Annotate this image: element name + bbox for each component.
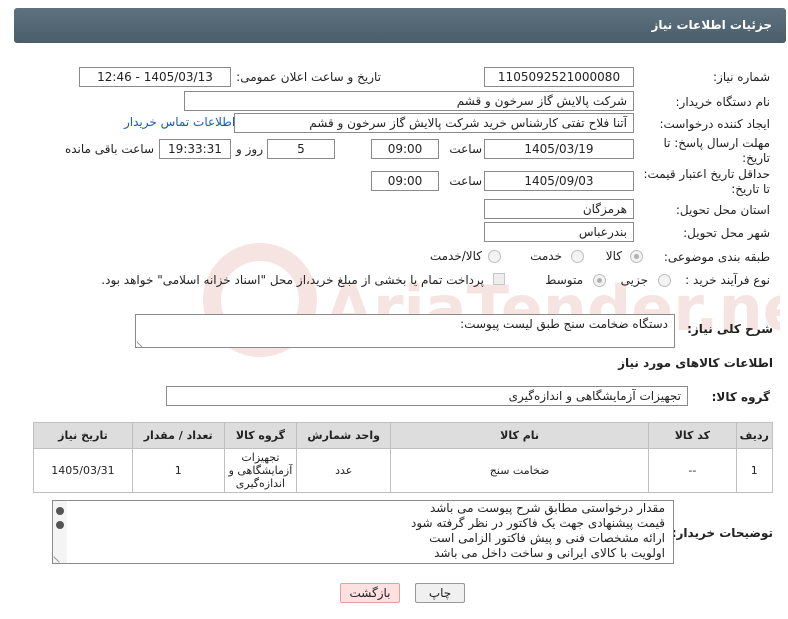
- notes-scrollbar[interactable]: [53, 501, 67, 563]
- process-option-minor: جزیی: [620, 273, 648, 287]
- need-number-field: 1105092521000080: [484, 67, 634, 87]
- notes-line: قیمت پیشنهادی جهت یک فاکتور در نظر گرفته…: [410, 516, 665, 530]
- col-code: کد کالا: [648, 422, 737, 449]
- category-radio-service[interactable]: [571, 250, 584, 263]
- back-button[interactable]: بازگشت: [340, 583, 400, 603]
- cell-name: ضخامت سنج: [390, 448, 650, 493]
- cell-unit: عدد: [296, 448, 392, 493]
- deadline-label: مهلت ارسال پاسخ: تا تاریخ:: [663, 136, 770, 165]
- col-name: نام کالا: [390, 422, 650, 449]
- announce-field: 1405/03/13 - 12:46: [79, 67, 231, 87]
- resize-grip-icon[interactable]: [136, 336, 148, 348]
- col-group: گروه کالا: [223, 422, 298, 449]
- remaining-time-field: 19:33:31: [159, 139, 231, 159]
- validity-time-field: 09:00: [371, 171, 439, 191]
- goods-section-title: اطلاعات کالاهای مورد نیاز: [618, 356, 773, 370]
- need-number-label: شماره نیاز:: [713, 70, 770, 84]
- city-label: شهر محل تحویل:: [683, 226, 770, 240]
- contact-info-link[interactable]: اطلاعات تماس خریدار: [124, 115, 235, 129]
- scroll-up-icon[interactable]: [56, 507, 64, 515]
- col-row: ردیف: [735, 422, 774, 449]
- deadline-time-field: 09:00: [371, 139, 439, 159]
- category-radio-goods[interactable]: [630, 250, 643, 263]
- cell-qty: 1: [131, 448, 225, 493]
- cell-code: --: [648, 448, 737, 493]
- deadline-time-label: ساعت: [449, 142, 482, 156]
- category-radio-goods-service[interactable]: [488, 250, 501, 263]
- notes-label: توضیحات خریدار:: [671, 526, 773, 540]
- validity-time-label: ساعت: [449, 174, 482, 188]
- notes-line: ارائه مشخصات فنی و پیش فاکتور الزامی است: [429, 531, 665, 545]
- description-label: شرح کلی نیاز:: [687, 322, 773, 336]
- deadline-date-field: 1405/03/19: [484, 139, 634, 159]
- announce-label: تاریخ و ساعت اعلان عمومی:: [236, 70, 381, 84]
- goods-group-label: گروه کالا:: [711, 390, 770, 404]
- items-table-header: ردیف کد کالا نام کالا واحد شمارش گروه کا…: [33, 422, 774, 449]
- goods-group-field: تجهیزات آزمایشگاهی و اندازه‌گیری: [166, 386, 688, 406]
- requester-field: آتنا فلاح تفتی کارشناس خرید شرکت پالایش …: [234, 113, 634, 133]
- col-date: تاریخ نیاز: [33, 422, 133, 449]
- description-textarea[interactable]: دستگاه ضخامت سنج طبق لیست پیوست:: [135, 314, 675, 348]
- process-radio-minor[interactable]: [658, 274, 671, 287]
- category-option-service: خدمت: [530, 249, 562, 263]
- treasury-payment-checkbox[interactable]: [493, 273, 505, 285]
- remaining-label: ساعت باقی مانده: [64, 142, 154, 156]
- province-field: هرمزگان: [484, 199, 634, 219]
- items-table: ردیف کد کالا نام کالا واحد شمارش گروه کا…: [33, 422, 774, 493]
- validity-label: حداقل تاریخ اعتبار قیمت: تا تاریخ:: [643, 167, 770, 196]
- resize-grip-icon[interactable]: [53, 551, 65, 563]
- scroll-thumb-icon[interactable]: [56, 521, 64, 529]
- category-option-goods-service: کالا/خدمت: [429, 249, 482, 263]
- validity-date-field: 1405/09/03: [484, 171, 634, 191]
- days-field: 5: [267, 139, 335, 159]
- process-option-medium: متوسط: [545, 273, 583, 287]
- cell-date: 1405/03/31: [33, 448, 133, 493]
- days-label: روز و: [236, 142, 263, 156]
- city-field: بندرعباس: [484, 222, 634, 242]
- description-text: دستگاه ضخامت سنج طبق لیست پیوست:: [460, 317, 668, 331]
- category-option-goods: کالا: [605, 249, 622, 263]
- col-unit: واحد شمارش: [296, 422, 392, 449]
- notes-line: اولویت با کالای ایرانی و ساخت داخل می با…: [434, 546, 665, 560]
- notes-line: مقدار درخواستی مطابق شرح پیوست می باشد: [429, 501, 665, 515]
- page-header: جزئیات اطلاعات نیاز: [14, 8, 786, 43]
- notes-textarea[interactable]: مقدار درخواستی مطابق شرح پیوست می باشد ق…: [52, 500, 674, 564]
- process-radio-medium[interactable]: [593, 274, 606, 287]
- province-label: استان محل تحویل:: [675, 203, 770, 217]
- requester-label: ایجاد کننده درخواست:: [659, 117, 770, 131]
- buyer-org-field: شرکت پالایش گاز سرخون و قشم: [184, 91, 634, 111]
- buyer-org-label: نام دستگاه خریدار:: [675, 95, 771, 109]
- table-row: 1 -- ضخامت سنج عدد تجهیزات آزمایشگاهی و …: [33, 448, 774, 493]
- col-qty: تعداد / مقدار: [131, 422, 225, 449]
- cell-row: 1: [735, 448, 774, 493]
- cell-group: تجهیزات آزمایشگاهی و اندازه‌گیری: [223, 448, 298, 493]
- category-label: طبقه بندی موضوعی:: [663, 250, 770, 264]
- process-label: نوع فرآیند خرید :: [685, 273, 770, 287]
- treasury-payment-note: پرداخت تمام یا بخشی از مبلغ خرید،از محل …: [101, 273, 484, 287]
- print-button[interactable]: چاپ: [415, 583, 465, 603]
